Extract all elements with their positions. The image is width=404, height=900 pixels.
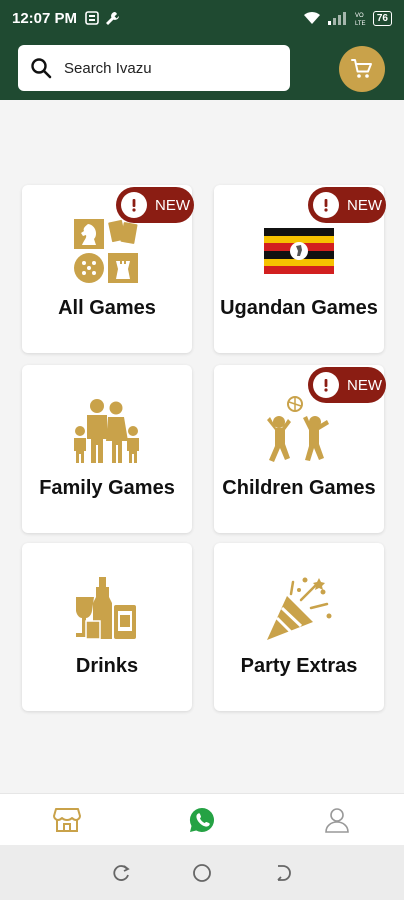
category-card-ugandan-games[interactable]: NEW Ugandan Games [214,185,386,353]
cart-button[interactable] [339,46,385,92]
party-popper-icon [263,575,335,643]
wrench-icon [106,11,120,25]
search-bar[interactable] [18,45,290,91]
search-input[interactable] [64,59,264,77]
card-label: Family Games [39,477,175,499]
signal-icon [327,12,346,25]
uganda-flag-icon [263,217,335,285]
store-icon [53,807,82,832]
card-label: Party Extras [240,655,358,677]
recents-icon[interactable] [111,863,131,883]
category-card-party-extras[interactable]: Party Extras [214,543,384,711]
profile-icon [324,807,349,833]
wifi-icon [303,11,320,24]
notification-icon [85,11,99,25]
category-card-drinks[interactable]: Drinks [22,543,192,711]
category-card-all-games[interactable]: NEW All Games [22,185,194,353]
alert-icon [313,192,339,218]
nav-store[interactable] [0,794,135,846]
card-label: Drinks [75,655,139,677]
app-header [0,36,404,100]
svg-text:LTE: LTE [355,21,366,26]
bottom-navigation [0,793,404,845]
search-icon [31,58,52,79]
drinks-icon [71,575,143,643]
alert-icon [121,192,147,218]
status-bar: 12:07 PM VO LTE 76 [0,0,404,36]
whatsapp-icon [189,807,215,832]
category-card-children-games[interactable]: NEW Children Games [214,365,386,533]
card-label: Children Games [222,477,376,499]
family-icon [71,397,143,465]
system-navigation-bar [0,845,404,900]
card-label: Ugandan Games [220,297,378,319]
children-playing-icon [263,396,335,465]
nav-whatsapp[interactable] [135,794,270,846]
alert-icon [313,372,339,398]
nav-profile[interactable] [269,794,404,846]
card-label: All Games [58,297,156,319]
game-pieces-icon [71,217,143,285]
svg-text:VO: VO [355,13,364,19]
status-time: 12:07 PM [12,9,78,27]
home-icon[interactable] [192,863,212,883]
category-card-family-games[interactable]: Family Games [22,365,192,533]
cart-icon [351,59,372,78]
volte-icon: VO LTE [355,13,366,26]
back-icon[interactable] [273,863,293,883]
battery-indicator: 76 [372,10,392,26]
